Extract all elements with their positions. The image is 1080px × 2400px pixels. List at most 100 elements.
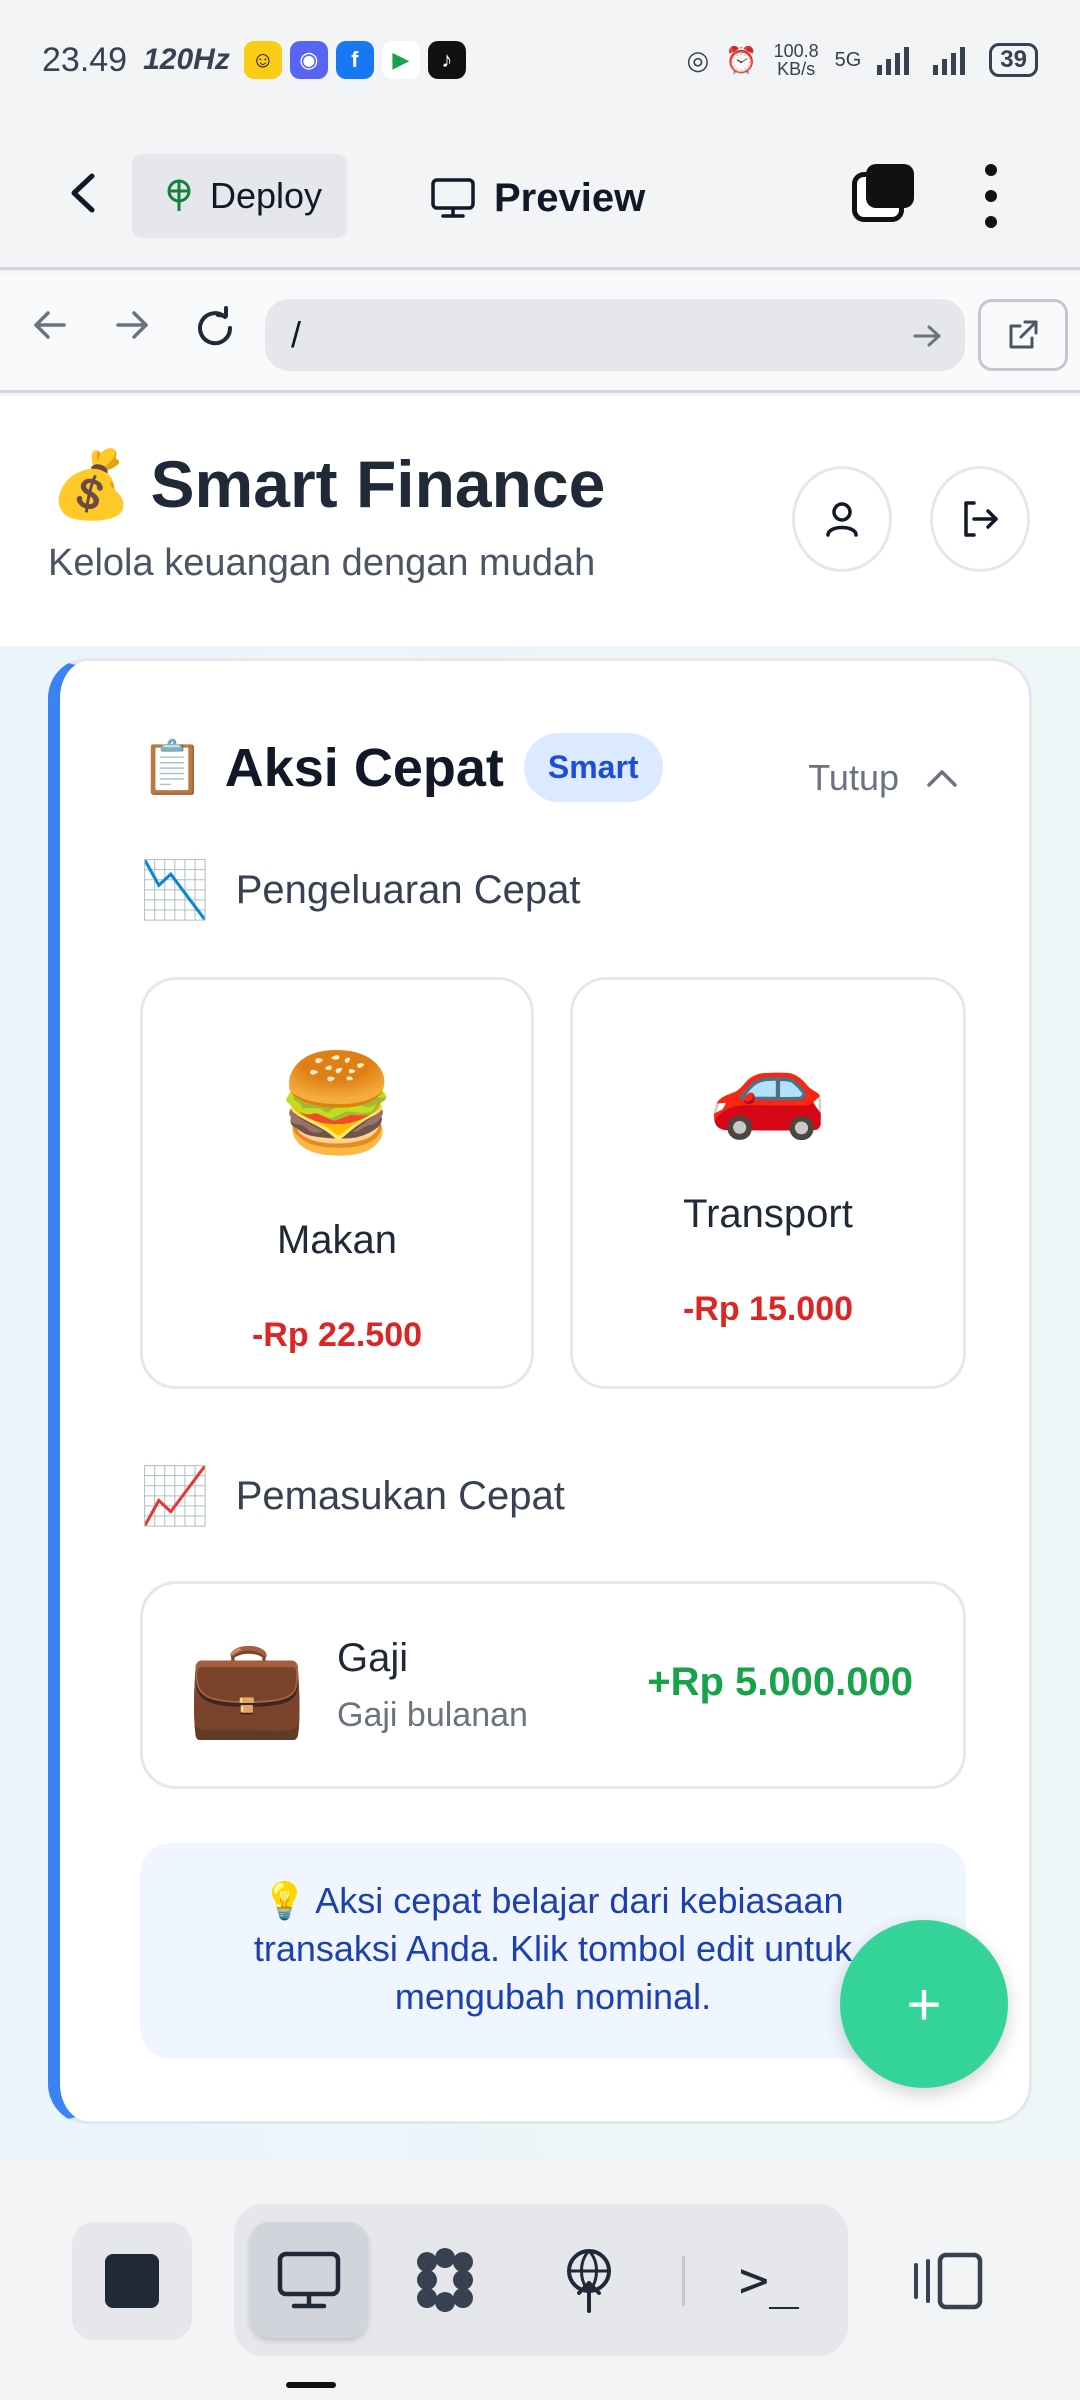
quick-actions-title: Aksi Cepat bbox=[224, 737, 504, 798]
tool-ai[interactable] bbox=[386, 2222, 504, 2338]
quick-actions-card: 📋 Aksi Cepat Smart Tutup 📉 Pengeluaran C… bbox=[48, 658, 1032, 2124]
more-menu-button[interactable] bbox=[976, 164, 1006, 228]
monitor-icon bbox=[431, 178, 475, 218]
panel-toggle-button[interactable] bbox=[908, 2226, 988, 2336]
briefcase-icon: 💼 bbox=[187, 1634, 307, 1741]
status-time: 23.49 bbox=[42, 40, 128, 79]
page-subtitle: Kelola keuangan dengan mudah bbox=[48, 542, 596, 584]
network-speed: 100.8 KB/s bbox=[773, 41, 819, 79]
battery-indicator: 39 bbox=[989, 43, 1038, 77]
income-heading-text: Pemasukan Cepat bbox=[235, 1473, 565, 1518]
url-text: / bbox=[291, 314, 302, 355]
dot bbox=[985, 190, 997, 202]
expense-amount: -Rp 22.500 bbox=[251, 1316, 423, 1354]
tip-text: Aksi cepat belajar dari kebiasaan transa… bbox=[253, 1880, 853, 2017]
toolbar-divider bbox=[682, 2256, 685, 2306]
quick-expense-transport[interactable]: 🚗 Transport -Rp 15.000 bbox=[570, 977, 966, 1389]
profile-button[interactable] bbox=[792, 466, 892, 572]
chevron-left-icon bbox=[71, 173, 95, 213]
plus-icon: + bbox=[906, 1970, 942, 2038]
chevron-up-icon bbox=[927, 770, 957, 787]
discord-icon: ◉ bbox=[289, 41, 328, 79]
reload-icon bbox=[198, 306, 233, 346]
tool-terminal[interactable]: >_ bbox=[710, 2222, 828, 2338]
signal-icon-2 bbox=[933, 47, 966, 75]
car-icon: 🚗 bbox=[708, 1034, 828, 1141]
tabs-button[interactable] bbox=[852, 164, 914, 222]
back-button[interactable] bbox=[60, 168, 110, 218]
collapse-button[interactable]: Tutup bbox=[808, 757, 959, 799]
app-header: 💰 Smart Finance Kelola keuangan dengan m… bbox=[0, 396, 1080, 646]
facebook-icon: f bbox=[335, 41, 374, 79]
clipboard-icon: 📋 bbox=[140, 739, 205, 797]
alarm-icon: ⏰ bbox=[725, 44, 758, 75]
dot bbox=[985, 216, 997, 228]
url-bar: / bbox=[0, 273, 1080, 393]
bottom-toolbar: >_ bbox=[0, 2160, 1080, 2400]
network-type: 5G bbox=[834, 48, 862, 71]
smart-badge: Smart bbox=[523, 733, 663, 802]
open-external-button[interactable] bbox=[978, 299, 1068, 371]
tip-box: 💡 Aksi cepat belajar dari kebiasaan tran… bbox=[140, 1843, 966, 2059]
user-icon bbox=[826, 502, 858, 537]
ai-cluster-icon bbox=[417, 2248, 473, 2312]
arrow-right-icon bbox=[116, 311, 148, 339]
logout-icon bbox=[964, 501, 998, 537]
url-input[interactable]: / bbox=[265, 299, 965, 371]
quick-actions-header: 📋 Aksi Cepat Smart bbox=[140, 733, 663, 802]
reload-button[interactable] bbox=[192, 305, 238, 362]
monitor-icon bbox=[277, 2251, 341, 2309]
deploy-button[interactable]: Deploy bbox=[132, 154, 347, 238]
chart-up-icon: 📈 bbox=[140, 1464, 210, 1527]
add-transaction-button[interactable]: + bbox=[840, 1920, 1008, 2088]
play-store-icon: ▶ bbox=[381, 41, 420, 79]
page-title: 💰 Smart Finance bbox=[50, 446, 605, 524]
deploy-icon bbox=[567, 2249, 611, 2313]
snapchat-icon: ☺ bbox=[243, 41, 282, 79]
status-bar: 23.49 120Hz ☺ ◉ f ▶ ♪ ◎ ⏰ 100.8 KB/s 5G … bbox=[0, 0, 1080, 120]
stop-icon bbox=[105, 2254, 159, 2308]
tool-group: >_ bbox=[234, 2204, 848, 2356]
deploy-label: Deploy bbox=[210, 175, 323, 216]
signal-icon bbox=[877, 47, 910, 75]
hotspot-icon: ◎ bbox=[686, 44, 710, 75]
refresh-rate: 120Hz bbox=[143, 43, 230, 76]
expense-heading-text: Pengeluaran Cepat bbox=[235, 867, 581, 912]
income-name: Gaji bbox=[337, 1636, 409, 1680]
chart-down-icon: 📉 bbox=[140, 858, 210, 921]
notification-icons: ☺ ◉ f ▶ ♪ bbox=[243, 41, 466, 79]
nav-back-button[interactable] bbox=[30, 305, 70, 356]
external-link-icon bbox=[1009, 320, 1038, 349]
dot bbox=[985, 164, 997, 176]
terminal-icon: >_ bbox=[738, 2251, 800, 2309]
income-description: Gaji bulanan bbox=[337, 1696, 528, 1734]
deploy-icon bbox=[167, 179, 191, 211]
nav-forward-button[interactable] bbox=[112, 305, 152, 356]
preview-button[interactable]: Preview bbox=[430, 160, 645, 236]
tiktok-icon: ♪ bbox=[427, 41, 466, 79]
title-text: Smart Finance bbox=[150, 447, 606, 521]
money-bag-icon: 💰 bbox=[50, 447, 133, 521]
tool-preview[interactable] bbox=[250, 2222, 368, 2338]
quick-expense-makan[interactable]: 🍔 Makan -Rp 22.500 bbox=[140, 977, 534, 1389]
home-indicator bbox=[286, 2382, 336, 2388]
income-amount: +Rp 5.000.000 bbox=[647, 1660, 913, 1704]
expense-section-heading: 📉 Pengeluaran Cepat bbox=[140, 857, 580, 923]
go-arrow-icon[interactable] bbox=[911, 319, 945, 353]
burger-icon: 🍔 bbox=[277, 1050, 397, 1157]
tool-deploy[interactable] bbox=[530, 2222, 648, 2338]
collapse-label: Tutup bbox=[808, 757, 899, 798]
panel-icon bbox=[914, 2252, 983, 2310]
stop-button[interactable] bbox=[72, 2222, 192, 2340]
preview-label: Preview bbox=[494, 175, 646, 220]
expense-amount: -Rp 15.000 bbox=[682, 1290, 854, 1328]
logout-button[interactable] bbox=[930, 466, 1030, 572]
lightbulb-icon: 💡 bbox=[262, 1880, 308, 1921]
expense-name: Transport bbox=[683, 1192, 853, 1236]
income-section-heading: 📈 Pemasukan Cepat bbox=[140, 1463, 565, 1529]
app-bar: Deploy Preview bbox=[0, 120, 1080, 270]
status-right: ◎ ⏰ 100.8 KB/s 5G 39 bbox=[686, 41, 1038, 79]
expense-name: Makan bbox=[276, 1218, 398, 1262]
quick-income-gaji[interactable]: 💼 Gaji Gaji bulanan +Rp 5.000.000 bbox=[140, 1581, 966, 1789]
arrow-left-icon bbox=[34, 311, 66, 339]
